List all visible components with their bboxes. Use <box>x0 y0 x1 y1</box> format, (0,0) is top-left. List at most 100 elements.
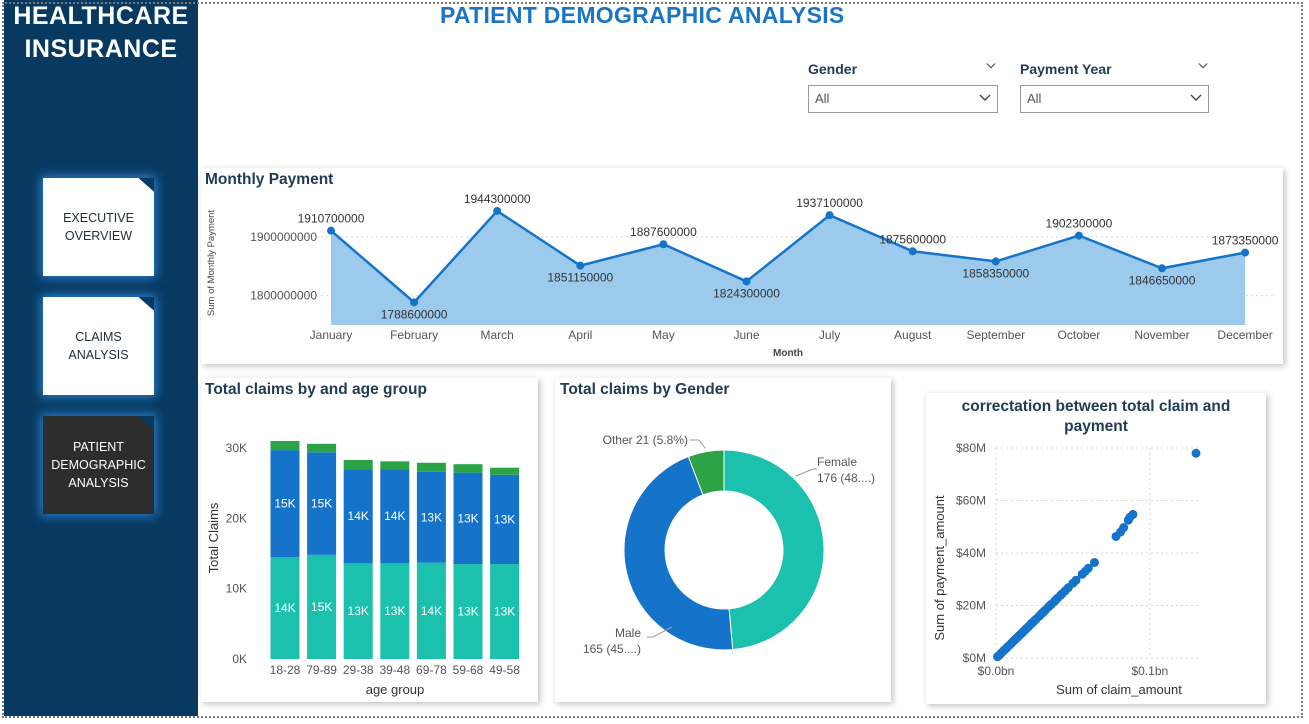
y-tick-label: $20M <box>956 599 986 613</box>
data-label: 1824300000 <box>713 286 780 300</box>
y-axis-label: Sum of Monthly Payment <box>206 210 217 316</box>
chevron-down-icon[interactable] <box>1198 61 1208 71</box>
data-label: 15K <box>311 600 332 614</box>
chevron-down-icon <box>979 94 991 101</box>
data-point <box>410 298 419 307</box>
data-label: 13K <box>421 510 442 524</box>
x-tick-label: 29-38 <box>343 663 374 677</box>
x-tick-label: 39-48 <box>379 663 410 677</box>
bar-segment <box>416 462 446 472</box>
y-axis-label: Sum of payment_amount <box>932 495 947 641</box>
bar-segment <box>343 459 373 470</box>
scatter-title: correctation between total claim and <box>962 398 1231 415</box>
data-label: 1910700000 <box>298 212 365 226</box>
gender-chart: Female 176 (48....) Male 165 (45....) Other … <box>583 433 875 656</box>
age-group-chart: 0K 10K 20K 30K 14K 15K 18-28 15K 15K 79-89 13K 14K 2… <box>206 440 520 697</box>
y-tick-label: 0K <box>232 652 247 666</box>
x-axis-label: age group <box>366 682 425 697</box>
x-tick-label: November <box>1134 328 1189 342</box>
payment-year-dropdown[interactable]: All <box>1020 85 1209 113</box>
payment-year-dropdown-value: All <box>1027 91 1042 106</box>
data-label: 13K <box>348 604 369 618</box>
scatter-point <box>1191 448 1201 458</box>
data-label: 13K <box>494 605 515 619</box>
slice-label: 176 (48....) <box>817 471 875 485</box>
page-title: PATIENT DEMOGRAPHIC ANALYSIS <box>440 2 845 28</box>
y-tick-label: 20K <box>226 511 247 525</box>
leader-line <box>795 468 817 477</box>
nav-label-line: ANALYSIS <box>68 348 129 362</box>
bar-segment <box>490 467 520 475</box>
x-tick-label: July <box>819 328 840 342</box>
brand-title: HEALTHCARE INSURANCE <box>4 0 198 66</box>
data-label: 15K <box>274 497 295 511</box>
brand-line-1: HEALTHCARE <box>13 2 189 30</box>
chevron-down-icon <box>1190 94 1202 101</box>
x-tick-label: May <box>652 328 675 342</box>
data-label: 1788600000 <box>381 307 448 321</box>
payment-year-slicer-label: Payment Year <box>1020 61 1112 77</box>
x-tick-label: 59-68 <box>453 663 484 677</box>
x-tick-label: April <box>568 328 592 342</box>
nav-label-line: EXECUTIVE <box>63 211 134 225</box>
scatter-title: payment <box>1064 418 1128 435</box>
y-tick-label: $60M <box>956 494 986 508</box>
x-tick-label: March <box>481 328 514 342</box>
data-label: 1937100000 <box>796 196 863 210</box>
nav-label-line: CLAIMS <box>75 330 122 344</box>
x-tick-label: 79-89 <box>306 663 337 677</box>
slice-label: Other 21 (5.8%) <box>603 433 688 447</box>
data-point <box>327 226 335 235</box>
brand-line-2: INSURANCE <box>24 35 178 63</box>
x-tick-label: 18-28 <box>270 663 301 677</box>
data-point <box>576 261 585 270</box>
gender-dropdown-value: All <box>815 91 830 106</box>
data-point <box>659 240 668 249</box>
gender-slicer: Gender All <box>808 58 1000 113</box>
data-point <box>493 206 502 215</box>
x-tick-label: December <box>1217 328 1272 342</box>
data-label: 13K <box>457 511 478 525</box>
gender-dropdown[interactable]: All <box>808 85 998 113</box>
data-point <box>1158 264 1166 273</box>
data-point <box>1074 231 1083 240</box>
data-label: 1902300000 <box>1046 217 1113 231</box>
data-label: 1858350000 <box>962 266 1029 280</box>
y-tick-label: 10K <box>226 582 247 596</box>
data-point <box>825 211 834 220</box>
slice-label: Female <box>817 455 857 469</box>
x-tick-label: February <box>390 328 438 342</box>
x-tick-label: January <box>310 328 353 342</box>
gender-slicer-label: Gender <box>808 61 858 77</box>
data-label: 1875600000 <box>879 232 946 246</box>
slice-label: 165 (45....) <box>583 642 641 656</box>
scatter-point <box>1089 557 1099 567</box>
y-tick-label: 1800000000 <box>250 289 317 303</box>
x-tick-label: $0.1bn <box>1131 664 1168 678</box>
nav-item-claims-analysis[interactable]: CLAIMS ANALYSIS <box>43 297 154 395</box>
donut-slice <box>723 449 825 651</box>
data-label: 14K <box>384 509 405 523</box>
data-label: 13K <box>384 604 405 618</box>
data-point <box>742 277 751 286</box>
bar-segment <box>380 461 410 470</box>
nav-label-line: ANALYSIS <box>68 476 129 490</box>
y-tick-label: $0M <box>963 651 986 665</box>
x-tick-label: October <box>1058 328 1101 342</box>
nav-item-patient-demographic-analysis[interactable]: PATIENT DEMOGRAPHIC ANALYSIS <box>43 416 154 514</box>
data-label: 13K <box>457 605 478 619</box>
data-label: 1887600000 <box>630 225 697 239</box>
data-label: 14K <box>348 509 369 523</box>
x-tick-label: August <box>894 328 932 342</box>
data-label: 1846650000 <box>1129 273 1196 287</box>
x-tick-label: $0.0bn <box>978 664 1015 678</box>
nav-item-executive-overview[interactable]: EXECUTIVE OVERVIEW <box>43 178 154 276</box>
nav-label-line: OVERVIEW <box>64 229 133 243</box>
data-label: 14K <box>421 604 442 618</box>
data-point <box>991 257 1000 266</box>
data-label: 1944300000 <box>464 192 531 206</box>
data-point <box>1241 248 1250 257</box>
scatter-chart: correctation between total claim and paym… <box>932 398 1231 697</box>
chevron-down-icon[interactable] <box>986 61 996 71</box>
slice-label: Male <box>615 626 641 640</box>
